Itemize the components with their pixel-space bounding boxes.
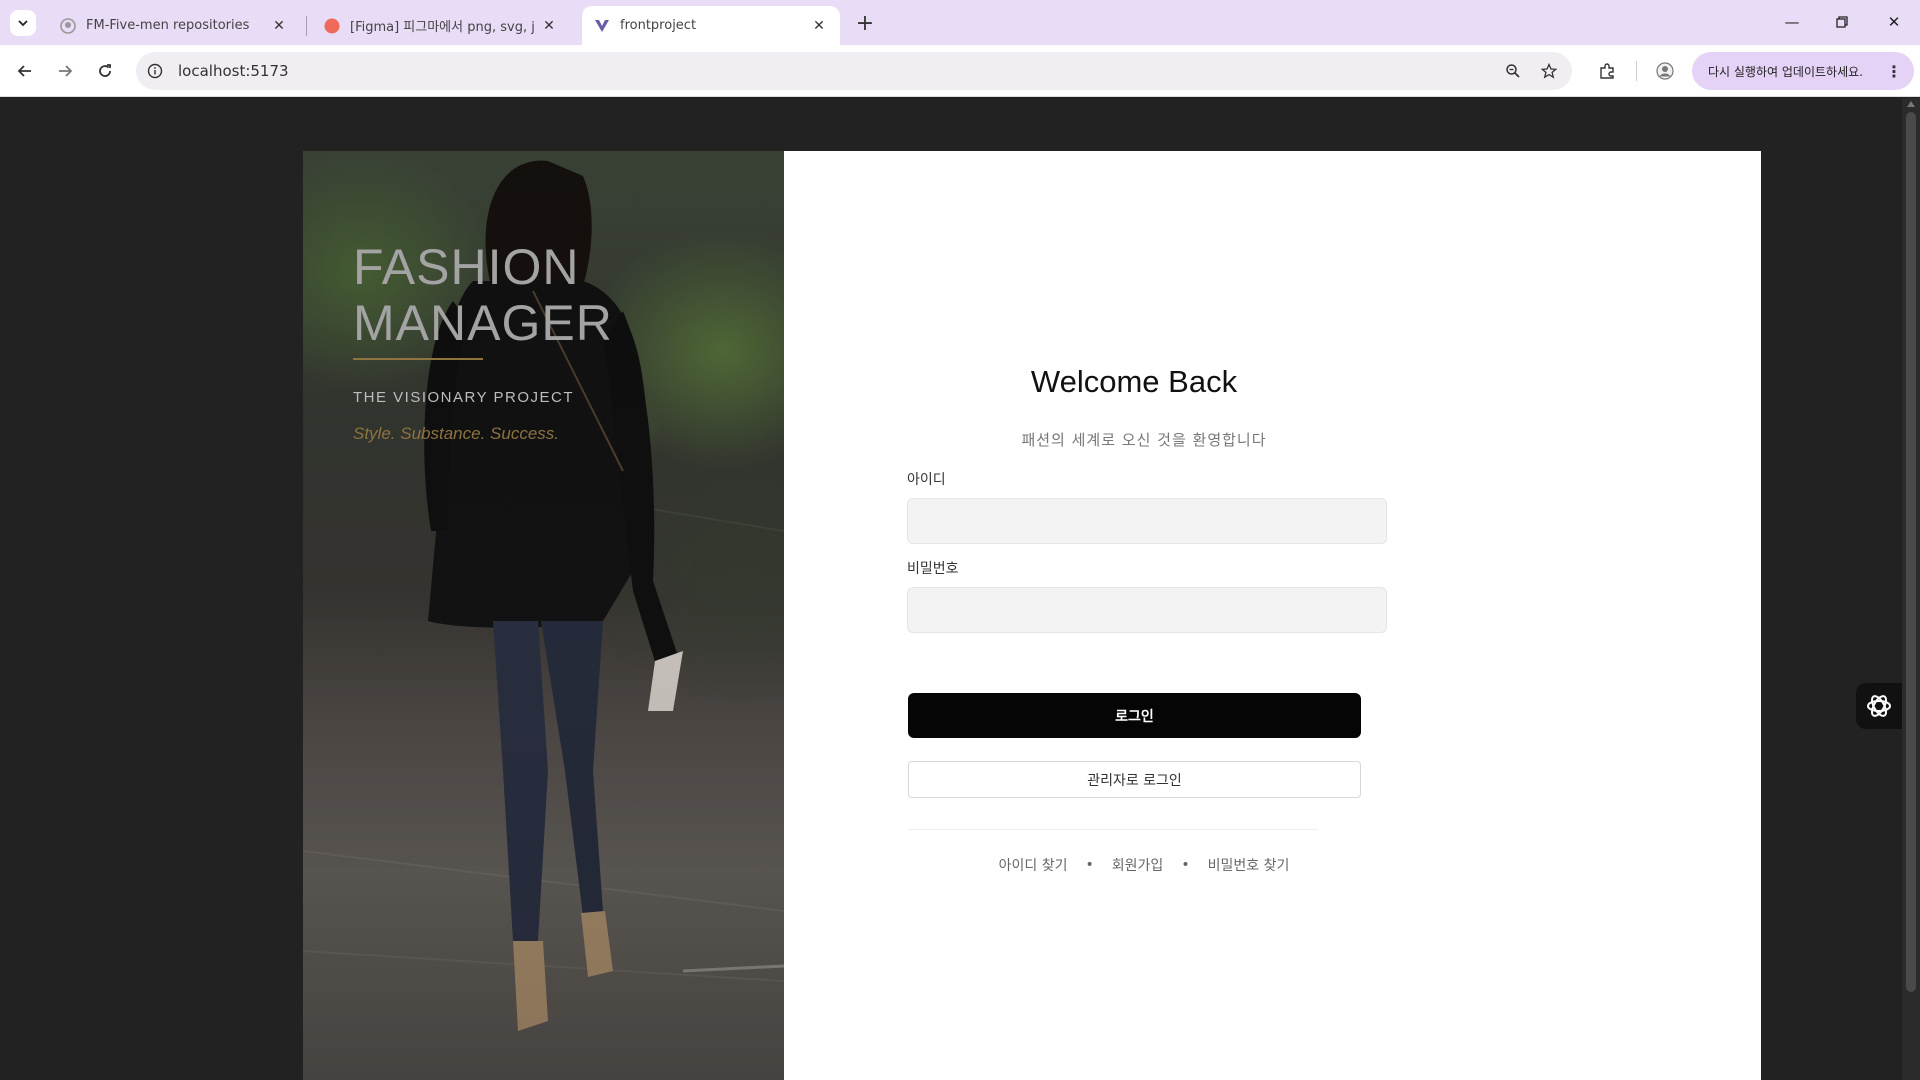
tab-search-button[interactable] [10, 10, 36, 36]
find-password-link[interactable]: 비밀번호 찾기 [1208, 855, 1290, 875]
password-input[interactable] [907, 587, 1387, 633]
tab-frontproject[interactable]: frontproject ✕ [582, 6, 840, 45]
scroll-up-arrow-icon[interactable] [1907, 101, 1915, 107]
chevron-down-icon [18, 20, 28, 27]
vite-icon [594, 18, 610, 34]
login-form-panel: Welcome Back 패션의 세계로 오신 것을 환영합니다 아이디 비밀번… [784, 151, 1761, 1080]
address-bar[interactable]: localhost:5173 [136, 52, 1572, 90]
hero-image-panel: FASHION MANAGER THE VISIONARY PROJECT St… [303, 151, 784, 1080]
brand-line-1: FASHION [353, 239, 580, 295]
reload-icon[interactable] [90, 56, 120, 86]
tab-title: frontproject [620, 18, 697, 33]
restore-icon[interactable] [1824, 8, 1860, 36]
account-links: 아이디 찾기 • 회원가입 • 비밀번호 찾기 [784, 855, 1504, 875]
figma-icon [324, 18, 340, 34]
tab-title: [Figma] 피그마에서 png, svg, j [350, 20, 535, 35]
links-divider [908, 829, 1318, 830]
brand-subtitle: THE VISIONARY PROJECT [353, 389, 574, 406]
login-subtitle: 패션의 세계로 오신 것을 환영합니다 [1021, 431, 1267, 449]
github-icon [60, 17, 76, 34]
tab-close-icon[interactable]: ✕ [810, 17, 828, 35]
close-window-icon[interactable]: ✕ [1876, 8, 1912, 36]
url-text: localhost:5173 [178, 62, 289, 80]
update-button[interactable]: 다시 실행하여 업데이트하세요. ⋮ [1692, 52, 1914, 90]
assistant-widget-button[interactable] [1856, 683, 1902, 729]
brand-title: FASHION MANAGER [353, 239, 613, 351]
scrollbar-thumb[interactable] [1906, 112, 1916, 992]
browser-toolbar: localhost:5173 다시 실행하여 업데이트하세요. ⋮ [0, 45, 1920, 97]
id-label: 아이디 [907, 472, 946, 488]
link-separator: • [1181, 857, 1190, 873]
brand-divider [353, 358, 483, 360]
minimize-icon[interactable]: — [1774, 8, 1810, 36]
link-separator: • [1085, 857, 1094, 873]
profile-avatar-icon[interactable] [1652, 58, 1678, 84]
login-title: Welcome Back [1030, 364, 1238, 399]
toolbar-divider [1636, 61, 1637, 81]
bookmark-star-icon[interactable] [1538, 60, 1560, 82]
find-id-link[interactable]: 아이디 찾기 [999, 855, 1068, 875]
zoom-icon[interactable] [1502, 60, 1524, 82]
signup-link[interactable]: 회원가입 [1112, 855, 1164, 875]
tab-figma[interactable]: [Figma] 피그마에서 png, svg, j ✕ [312, 6, 570, 45]
update-label: 다시 실행하여 업데이트하세요. [1708, 64, 1863, 79]
tab-title: FM-Five-men repositories [86, 18, 250, 33]
brand-tagline: Style. Substance. Success. [353, 424, 559, 443]
forward-icon[interactable] [50, 56, 80, 86]
new-tab-button[interactable]: + [852, 10, 878, 36]
password-label: 비밀번호 [907, 561, 959, 577]
tab-close-icon[interactable]: ✕ [540, 17, 558, 35]
id-input[interactable] [907, 498, 1387, 544]
openai-logo-icon [1867, 695, 1891, 717]
back-icon[interactable] [10, 56, 40, 86]
tab-close-icon[interactable]: ✕ [270, 17, 288, 35]
site-info-icon[interactable] [144, 60, 166, 82]
brand-line-2: MANAGER [353, 295, 613, 351]
login-card: FASHION MANAGER THE VISIONARY PROJECT St… [303, 151, 1761, 1080]
menu-dots-icon[interactable]: ⋮ [1886, 62, 1902, 81]
tab-separator [306, 16, 307, 36]
login-button[interactable]: 로그인 [908, 693, 1361, 738]
page-scrollbar[interactable] [1902, 98, 1920, 1080]
admin-login-button[interactable]: 관리자로 로그인 [908, 761, 1361, 798]
tab-strip: FM-Five-men repositories ✕ [Figma] 피그마에서… [0, 0, 1920, 45]
tab-github[interactable]: FM-Five-men repositories ✕ [48, 6, 300, 45]
extensions-icon[interactable] [1594, 58, 1620, 84]
